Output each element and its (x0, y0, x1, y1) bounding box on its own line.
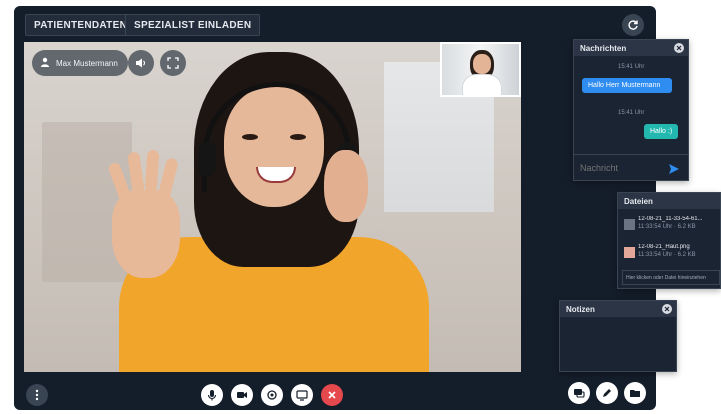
doctor-face (473, 54, 491, 74)
folder-icon[interactable] (624, 382, 646, 404)
notes-panel-title: Notizen (560, 301, 676, 317)
close-icon[interactable] (662, 304, 672, 314)
file-dropzone[interactable]: Hier klicken oder Datei hineinziehen (622, 270, 720, 285)
close-icon[interactable] (674, 43, 684, 53)
file-thumbnail (624, 247, 635, 258)
message-timestamp: 15:41 Uhr (618, 110, 645, 116)
person-hand-headset (324, 150, 368, 222)
files-panel-title: Dateien (618, 193, 720, 209)
pencil-icon[interactable] (596, 382, 618, 404)
files-panel: Dateien 12-08-21_11-33-54-61... 11:33:54… (617, 192, 721, 289)
chat-panel: Nachrichten 15:41 Uhr Hallo Herr Musterm… (573, 39, 689, 181)
notes-panel: Notizen (559, 300, 677, 372)
refresh-icon[interactable] (622, 14, 644, 36)
chat-icon[interactable] (568, 382, 590, 404)
fullscreen-icon[interactable] (160, 50, 186, 76)
hangup-icon[interactable] (321, 384, 343, 406)
switch-camera-icon[interactable] (261, 384, 283, 406)
chat-panel-title: Nachrichten (574, 40, 688, 56)
message-bubble-sent: Hallo :) (644, 124, 679, 139)
speaker-icon[interactable] (128, 50, 154, 76)
person-waving-hand (112, 190, 180, 278)
file-name: 12-08-21_11-33-54-61... (638, 216, 703, 222)
user-icon (40, 57, 50, 69)
headset-earcup-left (198, 142, 216, 176)
message-bubble-received: Hallo Herr Mustermann (582, 78, 672, 93)
chat-input-row (574, 154, 688, 180)
doctor-coat (462, 74, 502, 95)
participant-name: Max Mustermann (56, 58, 118, 68)
patient-data-button[interactable]: PATIENTENDATEN (25, 14, 137, 36)
file-meta: 11:33:54 Uhr · 6.2 KB (638, 252, 696, 258)
message-input[interactable] (580, 162, 660, 173)
more-vertical-icon[interactable] (26, 384, 48, 406)
file-item[interactable]: 12-08-21_Haut.png 11:33:54 Uhr · 6.2 KB (618, 239, 720, 267)
main-video-feed: Max Mustermann (24, 42, 521, 372)
notes-textarea[interactable] (560, 317, 676, 373)
file-meta: 11:33:54 Uhr · 6.2 KB (638, 224, 696, 230)
send-icon[interactable] (668, 162, 680, 180)
message-timestamp: 15:41 Uhr (618, 64, 645, 70)
file-item[interactable]: 12-08-21_11-33-54-61... 11:33:54 Uhr · 6… (618, 211, 720, 239)
participant-name-pill: Max Mustermann (32, 50, 128, 76)
microphone-icon[interactable] (201, 384, 223, 406)
camera-icon[interactable] (231, 384, 253, 406)
self-view-video[interactable] (440, 42, 521, 97)
invite-specialist-button[interactable]: SPEZIALIST EINLADEN (125, 14, 261, 36)
file-thumbnail (624, 219, 635, 230)
file-name: 12-08-21_Haut.png (638, 244, 690, 250)
screen-share-icon[interactable] (291, 384, 313, 406)
